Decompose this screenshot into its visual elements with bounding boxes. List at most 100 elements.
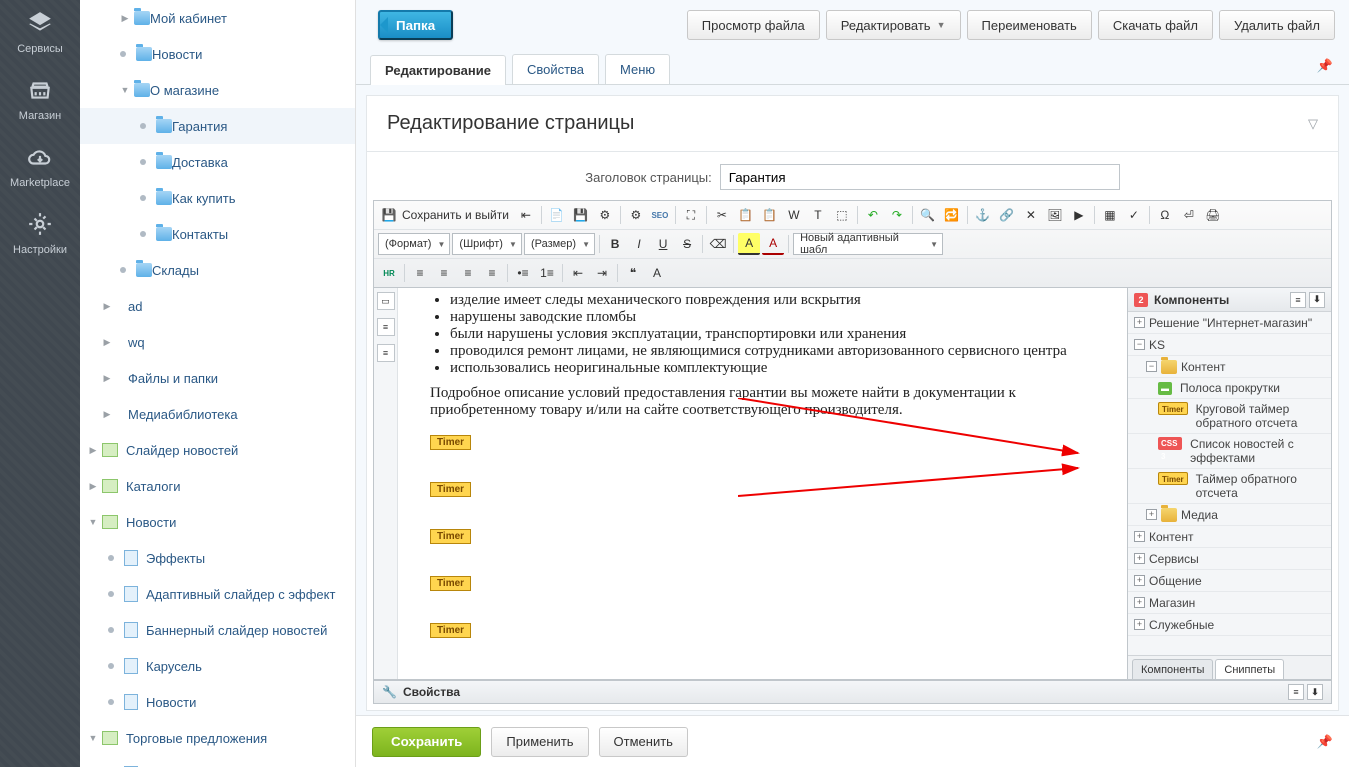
comp-row-content-folder[interactable]: −Контент xyxy=(1128,356,1331,378)
tab-menu[interactable]: Меню xyxy=(605,54,670,84)
align-right-icon[interactable]: ≡ xyxy=(457,262,479,284)
template-select[interactable]: Новый адаптивный шабл xyxy=(793,233,943,255)
font-select[interactable]: (Шрифт) xyxy=(452,233,522,255)
paste-text-icon[interactable]: T xyxy=(807,204,829,226)
comp-row-content[interactable]: +Контент xyxy=(1128,526,1331,548)
unlink-icon[interactable]: ✕ xyxy=(1020,204,1042,226)
exit-icon[interactable]: ⇤ xyxy=(515,204,537,226)
quote-icon[interactable]: ❝ xyxy=(622,262,644,284)
size-select[interactable]: (Размер) xyxy=(524,233,595,255)
comp-row-solution[interactable]: +Решение "Интернет-магазин" xyxy=(1128,312,1331,334)
tree-warranty[interactable]: Гарантия xyxy=(80,108,355,144)
timer-component[interactable]: Timer xyxy=(430,529,471,544)
pin-icon[interactable]: 📌 xyxy=(1317,734,1333,750)
tree-ad[interactable]: ▶ad xyxy=(80,288,355,324)
replace-icon[interactable]: 🔁 xyxy=(941,204,963,226)
table-icon[interactable]: ▦ xyxy=(1099,204,1121,226)
save-button[interactable]: Сохранить xyxy=(372,727,481,757)
timer-component[interactable]: Timer xyxy=(430,576,471,591)
delete-button[interactable]: Удалить файл xyxy=(1219,10,1335,40)
strike-icon[interactable]: S xyxy=(676,233,698,255)
spellcheck-icon[interactable]: ✓ xyxy=(1123,204,1145,226)
gutter-btn-1[interactable]: ▭ xyxy=(377,292,395,310)
cut-icon[interactable]: ✂ xyxy=(711,204,733,226)
hr-icon[interactable]: HR xyxy=(378,262,400,284)
editor-content[interactable]: изделие имеет следы механического повреж… xyxy=(398,288,1127,679)
paste-icon[interactable]: 📋 xyxy=(759,204,781,226)
tree-delivery[interactable]: Доставка xyxy=(80,144,355,180)
settings-icon[interactable]: ⚙ xyxy=(625,204,647,226)
tree-offers[interactable]: ▼Торговые предложения xyxy=(80,720,355,756)
save-disk-icon[interactable]: 💾 xyxy=(570,204,592,226)
gutter-btn-3[interactable]: ≡ xyxy=(377,344,395,362)
tab-props[interactable]: Свойства xyxy=(512,54,599,84)
tree-news[interactable]: Новости xyxy=(80,36,355,72)
comp-tab-snippets[interactable]: Сниппеты xyxy=(1215,659,1284,679)
comp-tab-components[interactable]: Компоненты xyxy=(1132,659,1213,679)
comp-row-shop[interactable]: +Магазин xyxy=(1128,592,1331,614)
bold-icon[interactable]: B xyxy=(604,233,626,255)
paste-word-icon[interactable]: W xyxy=(783,204,805,226)
save-icon[interactable]: 💾 xyxy=(378,204,400,226)
tree-news-section[interactable]: ▼Новости xyxy=(80,504,355,540)
clear-format-icon[interactable]: ⌫ xyxy=(707,233,729,255)
ol-icon[interactable]: 1≡ xyxy=(536,262,558,284)
tree-clothes[interactable]: Одежда (предложения) xyxy=(80,756,355,767)
tree-my-cabinet[interactable]: ▶Мой кабинет xyxy=(80,0,355,36)
code-icon[interactable]: ⚙ xyxy=(594,204,616,226)
copy-icon[interactable]: 📋 xyxy=(735,204,757,226)
gutter-btn-2[interactable]: ≡ xyxy=(377,318,395,336)
comp-item-newslist[interactable]: CSS 3Список новостей с эффектами xyxy=(1128,434,1331,469)
tree-contacts[interactable]: Контакты xyxy=(80,216,355,252)
comp-item-scroll[interactable]: ▬Полоса прокрутки xyxy=(1128,378,1331,399)
tree-files[interactable]: ▶Файлы и папки xyxy=(80,360,355,396)
image-icon[interactable]: 🖼 xyxy=(1044,204,1066,226)
vnav-shop[interactable]: Магазин xyxy=(0,67,80,134)
fullscreen-icon[interactable]: ⛶ xyxy=(680,204,702,226)
page-break-icon[interactable]: ⏎ xyxy=(1178,204,1200,226)
download-button[interactable]: Скачать файл xyxy=(1098,10,1213,40)
underline-icon[interactable]: U xyxy=(652,233,674,255)
text-color-icon[interactable]: A xyxy=(762,233,784,255)
print-icon[interactable]: 🖨 xyxy=(1202,204,1224,226)
tree-howtobuy[interactable]: Как купить xyxy=(80,180,355,216)
comp-item-circtimer[interactable]: TimerКруговой таймер обратного отсчета xyxy=(1128,399,1331,434)
link-icon[interactable]: 🔗 xyxy=(996,204,1018,226)
view-file-button[interactable]: Просмотр файла xyxy=(687,10,820,40)
find-icon[interactable]: 🔍 xyxy=(917,204,939,226)
indent-icon[interactable]: ⇥ xyxy=(591,262,613,284)
tree-adapt-slider[interactable]: Адаптивный слайдер с эффект xyxy=(80,576,355,612)
redo-icon[interactable]: ↷ xyxy=(886,204,908,226)
comp-row-ks[interactable]: −KS xyxy=(1128,334,1331,356)
align-justify-icon[interactable]: ≡ xyxy=(481,262,503,284)
tree-about[interactable]: ▼О магазине xyxy=(80,72,355,108)
tree-plain-news[interactable]: Новости xyxy=(80,684,355,720)
new-doc-icon[interactable]: 📄 xyxy=(546,204,568,226)
tab-edit[interactable]: Редактирование xyxy=(370,55,506,85)
comp-row-service[interactable]: +Служебные xyxy=(1128,614,1331,636)
select-all-icon[interactable]: ⬚ xyxy=(831,204,853,226)
list-view-icon[interactable]: ≡ xyxy=(1290,292,1306,308)
tree-banner-slider[interactable]: Баннерный слайдер новостей xyxy=(80,612,355,648)
comp-row-media[interactable]: +Медиа xyxy=(1128,504,1331,526)
tree-effects[interactable]: Эффекты xyxy=(80,540,355,576)
download-icon[interactable]: ⬇ xyxy=(1309,292,1325,308)
special-char-icon[interactable]: Ω xyxy=(1154,204,1176,226)
format-select[interactable]: (Формат) xyxy=(378,233,450,255)
tree-media[interactable]: ▶Медиабиблиотека xyxy=(80,396,355,432)
align-left-icon[interactable]: ≡ xyxy=(409,262,431,284)
apply-button[interactable]: Применить xyxy=(491,727,588,757)
video-icon[interactable]: ▶ xyxy=(1068,204,1090,226)
collapse-icon[interactable]: ▽ xyxy=(1308,116,1318,132)
vnav-marketplace[interactable]: Marketplace xyxy=(0,134,80,201)
cancel-button[interactable]: Отменить xyxy=(599,727,688,757)
props-bar[interactable]: 🔧 Свойства ≡ ⬇ xyxy=(373,680,1332,704)
bg-color-icon[interactable]: A xyxy=(738,233,760,255)
timer-component[interactable]: Timer xyxy=(430,435,471,450)
timer-component[interactable]: Timer xyxy=(430,623,471,638)
tree-carousel[interactable]: Карусель xyxy=(80,648,355,684)
tree-catalogs[interactable]: ▶Каталоги xyxy=(80,468,355,504)
ul-icon[interactable]: •≡ xyxy=(512,262,534,284)
timer-component[interactable]: Timer xyxy=(430,482,471,497)
align-center-icon[interactable]: ≡ xyxy=(433,262,455,284)
